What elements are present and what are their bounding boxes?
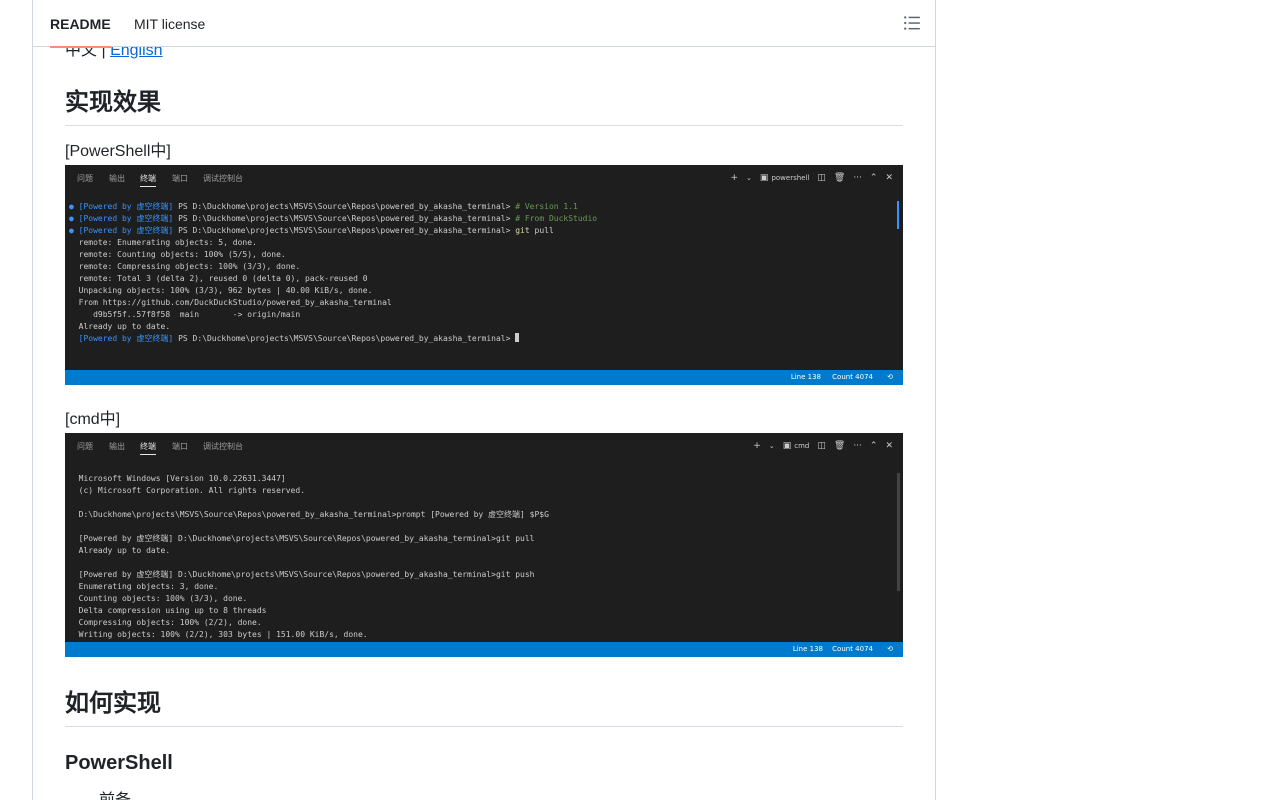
status-line: Line 138 [790, 373, 821, 381]
caption-cmd: [cmd中] [65, 411, 121, 428]
terminal-scrollbar [897, 473, 900, 591]
terminal-actions: + ⌄ ▣ powershell ◫ 🗑 ··· ⌃ ✕ [731, 171, 894, 185]
split-icon: ◫ [817, 173, 826, 183]
terminal-line: remote: Counting objects: 100% (5/5), do… [69, 250, 286, 259]
chevron-up-icon: ⌃ [869, 441, 878, 451]
terminal-statusbar: Line 138 Count 4074 ⟲ [65, 642, 903, 657]
prompt-path: PS D:\Duckhome\projects\MSVS\Source\Repo… [173, 226, 516, 235]
terminal-line: remote: Total 3 (delta 2), reused 0 (del… [69, 274, 368, 283]
terminal-cmd-output: Microsoft Windows [Version 10.0.22631.34… [69, 473, 891, 641]
readme-tabbar: README MIT license [33, 0, 935, 48]
more-icon: ··· [853, 441, 862, 451]
terminal-line: Enumerating objects: 3, done. [69, 582, 219, 591]
status-count: Count 4074 [832, 645, 873, 653]
command-args: pull [529, 226, 554, 235]
terminal-shell-icon: ▣ [759, 173, 769, 183]
terminal-line: (c) Microsoft Corporation. All rights re… [69, 486, 306, 495]
plus-icon: + [730, 173, 739, 183]
terminal-tab: 调试控制台 [203, 442, 243, 451]
terminal-tab-active: 终端 [140, 173, 156, 187]
shell-name: cmd [794, 442, 810, 450]
terminal-shell-icon: ▣ [782, 441, 792, 451]
terminal-tab: 调试控制台 [203, 174, 243, 183]
prompt-path: PS D:\Duckhome\projects\MSVS\Source\Repo… [173, 202, 516, 211]
terminal-line: remote: Enumerating objects: 5, done. [69, 238, 257, 247]
prompt-path: PS D:\Duckhome\projects\MSVS\Source\Repo… [173, 214, 516, 223]
terminal-statusbar: Line 138 Count 4074 ⟲ [65, 370, 903, 385]
trash-icon: 🗑 [833, 173, 846, 183]
tab-mit-license[interactable]: MIT license [126, 0, 213, 47]
status-line: Line 138 [792, 645, 823, 653]
shell-name: powershell [771, 174, 810, 182]
chevron-up-icon: ⌃ [869, 173, 878, 183]
terminal-gutter-mark [897, 201, 899, 229]
command: # From DuckStudio [515, 214, 598, 223]
terminal-powershell-output: ● [Powered by 虚空终端] PS D:\Duckhome\proje… [69, 201, 891, 345]
caption-powershell: [PowerShell中] [65, 143, 171, 160]
chevron-down-icon: ⌄ [768, 442, 775, 450]
terminal-tab: 问题 [77, 174, 93, 183]
terminal-line: Unpacking objects: 100% (3/3), 962 bytes… [69, 286, 373, 295]
terminal-line: Microsoft Windows [Version 10.0.22631.34… [69, 474, 286, 483]
close-icon: ✕ [885, 173, 893, 183]
terminal-tab: 输出 [109, 174, 125, 183]
command: git [515, 226, 530, 235]
terminal-tab: 输出 [109, 442, 125, 451]
prompt-label: [Powered by 虚空终端] [78, 214, 174, 223]
terminal-line: ● [Powered by 虚空终端] PS D:\Duckhome\proje… [69, 201, 891, 213]
terminal-line: Already up to date. [69, 322, 171, 331]
prompt-dot: ● [69, 214, 79, 223]
sync-icon: ⟲ [887, 373, 893, 381]
prompt-label: [Powered by 虚空终端] [78, 202, 174, 211]
close-icon: ✕ [885, 441, 893, 451]
terminal-line: ● [Powered by 虚空终端] PS D:\Duckhome\proje… [69, 213, 891, 225]
plus-icon: + [753, 441, 761, 451]
chevron-down-icon: ⌄ [746, 174, 752, 182]
status-count: Count 4074 [832, 373, 873, 381]
terminal-line: [Powered by 虚空终端] D:\Duckhome\projects\M… [69, 534, 535, 543]
terminal-line: D:\Duckhome\projects\MSVS\Source\Repos\p… [69, 510, 549, 519]
terminal-tab: 问题 [77, 442, 93, 451]
heading-powershell: PowerShell [65, 752, 173, 774]
terminal-powershell-screenshot: 问题 输出 终端 端口 调试控制台 + ⌄ ▣ powershell ◫ 🗑 ·… [65, 165, 903, 385]
terminal-tab: 端口 [172, 174, 188, 183]
prompt-path: PS D:\Duckhome\projects\MSVS\Source\Repo… [173, 334, 516, 343]
heading-effect: 实现效果 [65, 87, 903, 126]
terminal-line: remote: Compressing objects: 100% (3/3),… [69, 262, 301, 271]
terminal-cmd-screenshot: 问题 输出 终端 端口 调试控制台 + ⌄ ▣ cmd ◫ 🗑 ··· ⌃ ✕ … [65, 433, 903, 657]
terminal-line: Compressing objects: 100% (2/2), done. [69, 618, 262, 627]
prompt-dot [69, 334, 79, 343]
more-icon: ··· [853, 173, 862, 183]
prompt-label: [Powered by 虚空终端] [78, 226, 174, 235]
command: # Version 1.1 [515, 202, 578, 211]
prompt-dot: ● [69, 202, 79, 211]
terminal-actions: + ⌄ ▣ cmd ◫ 🗑 ··· ⌃ ✕ [753, 439, 893, 453]
terminal-line: ● [Powered by 虚空终端] PS D:\Duckhome\proje… [69, 225, 891, 237]
terminal-line: Delta compression using up to 8 threads [69, 606, 267, 615]
terminal-line: Counting objects: 100% (3/3), done. [69, 594, 248, 603]
terminal-line: [Powered by 虚空终端] D:\Duckhome\projects\M… [69, 570, 535, 579]
terminal-cursor [515, 333, 520, 342]
trash-icon: 🗑 [833, 441, 846, 451]
prompt-dot: ● [69, 226, 79, 235]
terminal-tab-active: 终端 [140, 441, 156, 455]
split-icon: ◫ [817, 441, 826, 451]
list-unordered-icon[interactable] [903, 14, 921, 32]
terminal-tab: 端口 [172, 442, 188, 451]
prompt-label: [Powered by 虚空终端] [78, 334, 174, 343]
terminal-line: Writing objects: 100% (2/2), 303 bytes |… [69, 630, 368, 639]
sync-icon: ⟲ [887, 645, 893, 653]
terminal-line: [Powered by 虚空终端] PS D:\Duckhome\project… [69, 333, 891, 345]
terminal-line: d9b5f5f..57f8f58 main -> origin/main [69, 310, 301, 319]
readme-panel: README MIT license 中文 | English 实现效果 [Po… [32, 0, 936, 800]
cut-off-text: 前备 [99, 789, 131, 800]
terminal-line: From https://github.com/DuckDuckStudio/p… [69, 298, 392, 307]
tab-readme[interactable]: README [42, 0, 119, 48]
heading-how: 如何实现 [65, 688, 903, 727]
terminal-line: Already up to date. [69, 546, 171, 555]
